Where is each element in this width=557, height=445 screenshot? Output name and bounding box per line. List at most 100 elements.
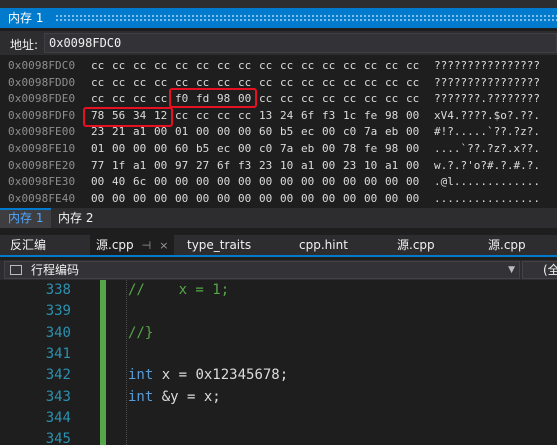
code-line[interactable]: 341 xyxy=(0,344,557,365)
hex-byte[interactable]: 00 xyxy=(280,175,293,188)
hex-byte[interactable]: 6f xyxy=(301,109,314,122)
hex-byte[interactable]: 00 xyxy=(322,192,335,205)
tab-source-3[interactable]: 源.cpp xyxy=(488,235,526,255)
hex-byte[interactable]: 00 xyxy=(238,175,251,188)
hex-byte[interactable]: 7a xyxy=(280,142,293,155)
hex-row[interactable]: 0x0098FE40 00 00 00 00 00 00 00 00 00 00 00 00 00 00 00… xyxy=(0,192,557,208)
hex-byte[interactable]: a1 xyxy=(385,159,398,172)
hex-byte[interactable]: cc xyxy=(259,76,272,89)
hex-byte[interactable]: a1 xyxy=(133,125,146,138)
tab-memory-1[interactable]: 内存 1 xyxy=(0,208,52,228)
hex-byte[interactable]: 00 xyxy=(406,175,419,188)
hex-byte[interactable]: 00 xyxy=(364,175,377,188)
hex-byte[interactable]: f3 xyxy=(238,159,251,172)
hex-row[interactable]: 0x0098FE10 01 00 00 00 60 b5 ec 00 c0 7a eb 00 78 fe 98… xyxy=(0,142,557,158)
hex-byte[interactable]: cc xyxy=(91,76,104,89)
hex-byte[interactable]: 00 xyxy=(238,192,251,205)
hex-byte[interactable]: c0 xyxy=(259,142,272,155)
hex-byte[interactable]: cc xyxy=(217,76,230,89)
code-line[interactable]: 342 int x = 0x12345678; xyxy=(0,365,557,386)
hex-byte[interactable]: 98 xyxy=(385,109,398,122)
hex-byte[interactable]: 23 xyxy=(91,125,104,138)
hex-byte[interactable]: 00 xyxy=(259,175,272,188)
hex-byte[interactable]: 00 xyxy=(154,125,167,138)
hex-byte[interactable]: cc xyxy=(301,76,314,89)
hex-byte[interactable]: cc xyxy=(385,92,398,105)
hex-byte[interactable]: 00 xyxy=(154,159,167,172)
hex-byte[interactable]: 00 xyxy=(322,159,335,172)
hex-byte[interactable]: cc xyxy=(322,76,335,89)
hex-byte[interactable]: 60 xyxy=(259,125,272,138)
hex-byte[interactable]: cc xyxy=(112,92,125,105)
code-line[interactable]: 339 xyxy=(0,301,557,322)
hex-byte[interactable]: cc xyxy=(385,59,398,72)
member-dropdown[interactable]: (全 xyxy=(522,261,557,279)
close-icon[interactable]: × xyxy=(159,239,168,252)
hex-byte[interactable]: cc xyxy=(406,92,419,105)
hex-byte[interactable]: 00 xyxy=(91,175,104,188)
hex-byte[interactable]: 10 xyxy=(364,159,377,172)
hex-byte[interactable]: cc xyxy=(322,59,335,72)
hex-byte[interactable]: 00 xyxy=(322,142,335,155)
hex-byte[interactable]: 00 xyxy=(133,192,146,205)
hex-byte[interactable]: 01 xyxy=(175,125,188,138)
hex-byte[interactable]: cc xyxy=(280,76,293,89)
hex-byte[interactable]: 40 xyxy=(112,175,125,188)
hex-byte[interactable]: 97 xyxy=(175,159,188,172)
hex-row[interactable]: 0x0098FDD0 cc cc cc cc cc cc cc cc cc cc cc cc cc cc cc… xyxy=(0,76,557,92)
hex-byte[interactable]: fe xyxy=(364,142,377,155)
hex-byte[interactable]: 00 xyxy=(385,192,398,205)
hex-byte[interactable]: cc xyxy=(154,92,167,105)
hex-byte[interactable]: cc xyxy=(133,92,146,105)
hex-byte[interactable]: cc xyxy=(364,92,377,105)
hex-byte[interactable]: ec xyxy=(217,142,230,155)
hex-byte[interactable]: 7a xyxy=(364,125,377,138)
hex-byte[interactable]: 00 xyxy=(154,175,167,188)
hex-byte[interactable]: 78 xyxy=(343,142,356,155)
hex-byte[interactable]: 60 xyxy=(175,142,188,155)
hex-byte[interactable]: 00 xyxy=(154,142,167,155)
code-line[interactable]: 338 // x = 1; xyxy=(0,280,557,301)
hex-byte[interactable]: 21 xyxy=(112,125,125,138)
hex-row[interactable]: 0x0098FE00 23 21 a1 00 01 00 00 00 60 b5 ec 00 c0 7a eb… xyxy=(0,125,557,141)
hex-byte[interactable]: 00 xyxy=(280,192,293,205)
memory-window-tab[interactable]: 内存 1 xyxy=(0,8,557,28)
hex-byte[interactable]: cc xyxy=(406,59,419,72)
hex-byte[interactable]: 10 xyxy=(280,159,293,172)
hex-byte[interactable]: 00 xyxy=(154,192,167,205)
hex-row[interactable]: 0x0098FE20 77 1f a1 00 97 27 6f f3 23 10 a1 00 23 10 a1… xyxy=(0,159,557,175)
hex-byte[interactable]: cc xyxy=(343,59,356,72)
hex-byte[interactable]: cc xyxy=(91,92,104,105)
hex-byte[interactable]: cc xyxy=(154,76,167,89)
hex-byte[interactable]: cc xyxy=(301,59,314,72)
hex-byte[interactable]: 00 xyxy=(406,142,419,155)
hex-byte[interactable]: 6c xyxy=(133,175,146,188)
hex-byte[interactable]: 00 xyxy=(196,175,209,188)
hex-byte[interactable]: 00 xyxy=(217,192,230,205)
hex-byte[interactable]: 00 xyxy=(406,109,419,122)
hex-byte[interactable]: cc xyxy=(343,92,356,105)
hex-byte[interactable]: cc xyxy=(91,59,104,72)
code-line[interactable]: 343 int &y = x; xyxy=(0,387,557,408)
tab-disassembly[interactable]: 反汇编 xyxy=(10,235,46,255)
hex-byte[interactable]: cc xyxy=(406,76,419,89)
hex-byte[interactable]: 23 xyxy=(259,159,272,172)
hex-byte[interactable]: cc xyxy=(196,76,209,89)
hex-byte[interactable]: 00 xyxy=(175,175,188,188)
hex-byte[interactable]: 00 xyxy=(238,125,251,138)
hex-byte[interactable]: 13 xyxy=(259,109,272,122)
hex-byte[interactable]: 00 xyxy=(217,125,230,138)
hex-byte[interactable]: cc xyxy=(196,59,209,72)
hex-byte[interactable]: cc xyxy=(133,59,146,72)
hex-byte[interactable]: b5 xyxy=(196,142,209,155)
hex-byte[interactable]: cc xyxy=(175,76,188,89)
hex-byte[interactable]: 1c xyxy=(343,109,356,122)
tab-type-traits[interactable]: type_traits xyxy=(187,235,251,255)
address-input[interactable]: 0x0098FDC0 xyxy=(44,33,557,53)
hex-byte[interactable]: a1 xyxy=(301,159,314,172)
hex-byte[interactable]: cc xyxy=(196,109,209,122)
hex-byte[interactable]: 27 xyxy=(196,159,209,172)
hex-byte[interactable]: 00 xyxy=(322,125,335,138)
hex-byte[interactable]: 00 xyxy=(301,175,314,188)
hex-byte[interactable]: 00 xyxy=(406,192,419,205)
